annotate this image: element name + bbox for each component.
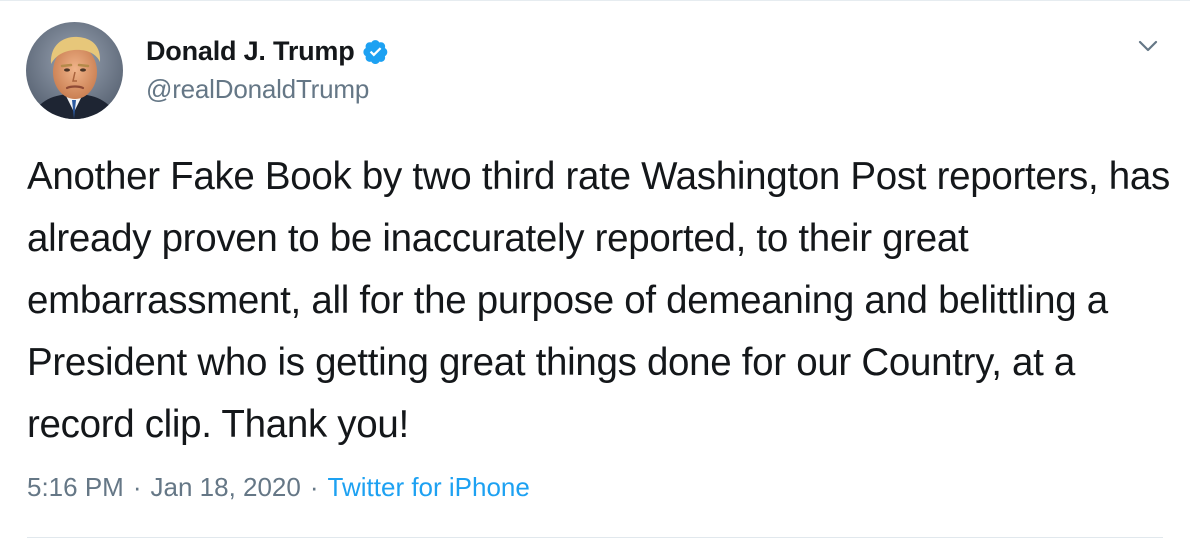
verified-badge-icon: [362, 38, 389, 65]
tweet-source-link[interactable]: Twitter for iPhone: [328, 472, 530, 503]
meta-separator: ·: [132, 472, 142, 502]
chevron-down-icon: [1138, 40, 1158, 52]
avatar-photo: [26, 22, 123, 119]
tweet-text: Another Fake Book by two third rate Wash…: [27, 155, 1170, 446]
author-handle[interactable]: @realDonaldTrump: [146, 74, 369, 105]
top-divider: [0, 0, 1190, 1]
author-name-row[interactable]: Donald J. Trump: [146, 33, 389, 69]
tweet-date[interactable]: Jan 18, 2020: [151, 472, 301, 503]
avatar[interactable]: [26, 22, 123, 119]
more-options-button[interactable]: [1136, 36, 1160, 56]
tweet-card: Donald J. Trump @realDonaldTrump Another…: [0, 0, 1190, 540]
author-display-name[interactable]: Donald J. Trump: [146, 36, 355, 67]
tweet-metadata: 5:16 PM · Jan 18, 2020 · Twitter for iPh…: [27, 472, 530, 503]
meta-separator: ·: [309, 472, 319, 502]
bottom-divider: [27, 537, 1163, 538]
tweet-time[interactable]: 5:16 PM: [27, 472, 124, 503]
